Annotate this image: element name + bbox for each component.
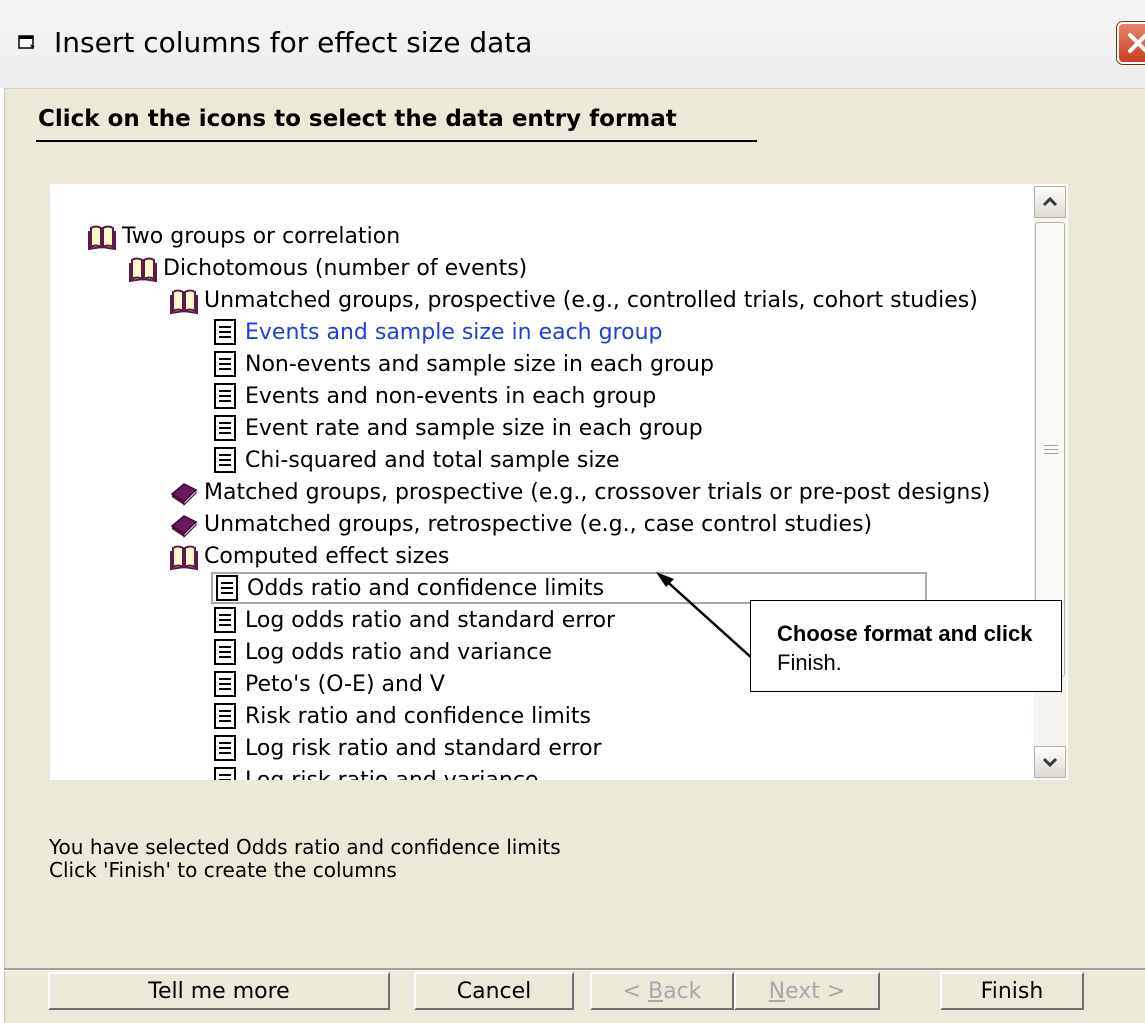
document-icon (211, 670, 239, 698)
tree-item[interactable]: Log risk ratio and variance (211, 764, 538, 780)
closed-book-icon (170, 510, 198, 539)
tree-item[interactable]: Unmatched groups, prospective (e.g., con… (170, 284, 978, 316)
tree-item-label: Non-events and sample size in each group (245, 351, 714, 377)
document-icon (211, 414, 239, 442)
tree-item-label: Chi-squared and total sample size (245, 447, 620, 473)
bottom-divider (4, 968, 1145, 971)
callout-box: Choose format and click Finish. (750, 600, 1062, 692)
tree-item[interactable]: Peto's (O-E) and V (211, 668, 445, 700)
cancel-button[interactable]: Cancel (414, 972, 574, 1010)
chevron-down-icon (1042, 757, 1058, 768)
tree-item[interactable]: Event rate and sample size in each group (211, 412, 703, 444)
back-label: < Back (622, 978, 702, 1004)
title-bar[interactable]: Insert columns for effect size data (0, 0, 1145, 89)
closed-book-icon (170, 478, 198, 507)
document-icon (211, 318, 239, 346)
tree-item[interactable]: Events and non-events in each group (211, 380, 656, 412)
open-book-icon (170, 286, 198, 315)
scroll-down-button[interactable] (1034, 746, 1066, 778)
instruction-heading: Click on the icons to select the data en… (38, 106, 677, 132)
finish-button[interactable]: Finish (940, 972, 1084, 1010)
status-line-1: You have selected Odds ratio and confide… (49, 835, 561, 859)
tree-item[interactable]: Risk ratio and confidence limits (211, 700, 591, 732)
window-icon (18, 35, 35, 50)
tree-item-label: Computed effect sizes (204, 543, 450, 569)
document-icon (211, 734, 239, 762)
cancel-label: Cancel (456, 978, 532, 1004)
tree-item-label: Odds ratio and confidence limits (247, 575, 605, 601)
tree-item-label: Events and sample size in each group (245, 319, 663, 345)
document-icon (211, 702, 239, 730)
tree-item[interactable]: Non-events and sample size in each group (211, 348, 714, 380)
tree-item[interactable]: Unmatched groups, retrospective (e.g., c… (170, 508, 872, 540)
tree-item-label: Log odds ratio and standard error (245, 607, 616, 633)
dialog-window: Insert columns for effect size data Clic… (0, 0, 1145, 1023)
back-button[interactable]: < Back (590, 972, 734, 1010)
tell-me-more-label: Tell me more (148, 978, 290, 1004)
tree-item[interactable]: Log odds ratio and standard error (211, 604, 615, 636)
tree-item[interactable]: Computed effect sizes (170, 540, 449, 572)
document-icon (211, 606, 239, 634)
window-title: Insert columns for effect size data (54, 26, 533, 59)
close-button[interactable] (1117, 22, 1145, 64)
tree-item[interactable]: Dichotomous (number of events) (129, 252, 527, 284)
selection-status: You have selected Odds ratio and confide… (49, 836, 561, 882)
tree-item[interactable]: Log risk ratio and standard error (211, 732, 602, 764)
tree-item-label: Event rate and sample size in each group (245, 415, 703, 441)
next-label: Next > (768, 978, 846, 1004)
open-book-icon (88, 222, 116, 251)
finish-label: Finish (980, 978, 1044, 1004)
status-line-2: Click 'Finish' to create the columns (49, 858, 397, 882)
tree-item[interactable]: Chi-squared and total sample size (211, 444, 620, 476)
next-button[interactable]: Next > (734, 972, 880, 1010)
document-icon (211, 638, 239, 666)
scroll-up-button[interactable] (1034, 186, 1066, 218)
callout-bold: Choose format and click (777, 621, 1033, 646)
tree-item-label: Log risk ratio and standard error (245, 735, 602, 761)
window-border (0, 88, 5, 1023)
close-icon (1128, 33, 1145, 53)
instruction-underline (36, 140, 757, 142)
document-icon (211, 350, 239, 378)
tree-item-label: Peto's (O-E) and V (245, 671, 445, 697)
tree-item[interactable]: Events and sample size in each group (211, 316, 662, 348)
open-book-icon (170, 542, 198, 571)
chevron-up-icon (1042, 196, 1058, 207)
open-book-icon (129, 254, 157, 283)
tell-me-more-button[interactable]: Tell me more (48, 972, 390, 1010)
tree-item[interactable]: Two groups or correlation (88, 220, 400, 252)
document-icon (211, 382, 239, 410)
tree-item-label: Events and non-events in each group (245, 383, 657, 409)
tree-item-label: Log risk ratio and variance (245, 767, 539, 781)
tree-item-label: Matched groups, prospective (e.g., cross… (204, 479, 991, 505)
tree-item-label: Two groups or correlation (122, 223, 401, 249)
tree-item[interactable]: Matched groups, prospective (e.g., cross… (170, 476, 990, 508)
document-icon (211, 446, 239, 474)
document-icon (211, 766, 239, 780)
callout-text: Choose format and click Finish. (777, 619, 1047, 677)
tree-item-label: Unmatched groups, prospective (e.g., con… (204, 287, 978, 313)
callout-finish-word: Finish. (777, 650, 842, 675)
tree-item-label: Log odds ratio and variance (245, 639, 552, 665)
tree-item-label: Risk ratio and confidence limits (245, 703, 591, 729)
tree-item[interactable]: Log odds ratio and variance (211, 636, 552, 668)
document-icon (213, 574, 241, 602)
tree-item-label: Dichotomous (number of events) (163, 255, 528, 281)
tree-item-label: Unmatched groups, retrospective (e.g., c… (204, 511, 873, 537)
